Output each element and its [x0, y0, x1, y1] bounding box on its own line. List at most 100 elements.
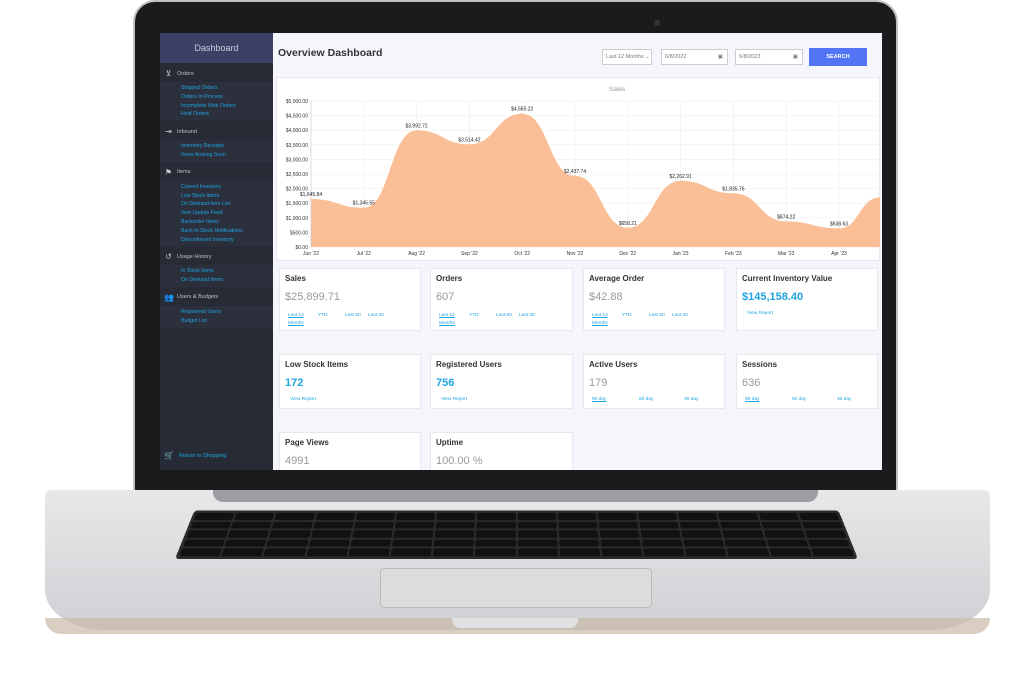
- trackpad: [380, 568, 652, 608]
- key: [312, 521, 354, 529]
- card-link[interactable]: YTD: [318, 312, 338, 320]
- key: [640, 530, 681, 538]
- sidebar-section-orders[interactable]: ⊻ Orders: [160, 63, 273, 82]
- card-sessions: Sessions 636 90 day 60 day 30 day: [736, 354, 878, 409]
- sidebar-item[interactable]: Orders In Process: [181, 93, 273, 102]
- key: [798, 512, 840, 520]
- page-title: Overview Dashboard: [278, 47, 383, 59]
- card-link[interactable]: 90 day: [745, 396, 759, 404]
- key: [433, 539, 475, 547]
- sidebar-title[interactable]: Dashboard: [160, 33, 273, 63]
- card-link[interactable]: Last 60: [496, 312, 516, 320]
- range-select[interactable]: Last 12 Months ⌄: [602, 49, 652, 65]
- card-link[interactable]: Last 30: [368, 312, 388, 320]
- sales-area: [311, 113, 880, 247]
- key: [810, 548, 854, 557]
- sidebar: Dashboard ⊻ Orders Shipped Orders Orders In…: [160, 33, 273, 470]
- card-title: Uptime: [436, 438, 464, 447]
- y-tick-label: $2,500.00: [286, 172, 308, 178]
- card-value: 4991: [285, 455, 310, 467]
- card-link[interactable]: Last 30: [519, 312, 539, 320]
- sidebar-item[interactable]: Held Orders: [181, 110, 273, 119]
- key: [396, 512, 436, 520]
- sidebar-item[interactable]: Discontinued Inventory: [181, 236, 273, 245]
- sidebar-section-inbound[interactable]: ⇥ Inbound: [160, 121, 273, 140]
- sidebar-section-label: Inbound: [177, 128, 197, 135]
- card-link[interactable]: 60 day: [639, 396, 653, 404]
- key: [266, 539, 309, 547]
- sidebar-item[interactable]: Inventory Receipts: [181, 142, 273, 151]
- card-link[interactable]: Last 12 Months: [592, 312, 612, 328]
- sidebar-section-label: Orders: [177, 70, 194, 77]
- sidebar-item[interactable]: Budget List: [181, 317, 273, 326]
- start-date-value: 6/8/2022: [665, 54, 687, 60]
- sidebar-item[interactable]: Shipped Orders: [181, 84, 273, 93]
- sidebar-item[interactable]: Registered Users: [181, 308, 273, 317]
- card-link[interactable]: Last 12 Months: [288, 312, 308, 328]
- sidebar-item[interactable]: In Stock Items: [181, 267, 273, 276]
- sidebar-item[interactable]: Items Arriving Soon: [181, 151, 273, 160]
- y-tick-label: $1,000.00: [286, 216, 308, 222]
- card-link[interactable]: Last 60: [345, 312, 365, 320]
- key: [352, 530, 393, 538]
- sidebar-item[interactable]: On Demand Items: [181, 276, 273, 285]
- key: [559, 548, 601, 557]
- card-link[interactable]: 60 day: [792, 396, 806, 404]
- chart-title: Sales: [609, 86, 626, 93]
- sidebar-item[interactable]: Backorder Items: [181, 218, 273, 227]
- card-value: $25,899.71: [285, 291, 341, 303]
- lid-notch: [452, 618, 578, 628]
- calendar-icon[interactable]: ▣: [718, 50, 723, 64]
- key: [804, 530, 847, 538]
- x-tick-label: Jun '22: [303, 251, 319, 257]
- sidebar-section-items[interactable]: ⚑ Items: [160, 162, 273, 181]
- key: [193, 512, 235, 520]
- card-link[interactable]: Last 30: [672, 312, 692, 320]
- start-date-input[interactable]: 6/8/2022 ▣: [661, 49, 728, 65]
- end-date-input[interactable]: 6/8/2023 ▣: [735, 49, 803, 65]
- return-to-shopping-link[interactable]: 🛒 Return to Shopping: [164, 451, 226, 460]
- key: [186, 530, 229, 538]
- card-link[interactable]: 90 day: [592, 396, 606, 404]
- key: [724, 539, 767, 547]
- card-link[interactable]: 30 day: [684, 396, 698, 404]
- y-tick-label: $1,500.00: [286, 201, 308, 207]
- card-link[interactable]: View Report: [747, 310, 773, 318]
- card-link[interactable]: 30 day: [837, 396, 851, 404]
- chevron-down-icon: ⌄: [645, 54, 650, 60]
- data-point: [363, 206, 365, 209]
- card-title: Orders: [436, 274, 463, 283]
- sidebar-item[interactable]: Current Inventory: [181, 183, 273, 192]
- card-link[interactable]: YTD: [469, 312, 489, 320]
- card-link[interactable]: YTD: [622, 312, 642, 320]
- y-tick-label: $3,000.00: [286, 157, 308, 163]
- sidebar-section-users-budgets[interactable]: 👥 Users & Budgets: [160, 287, 273, 306]
- sidebar-item[interactable]: On Demand Item List: [181, 200, 273, 209]
- calendar-icon[interactable]: ▣: [793, 50, 798, 64]
- card-title: Low Stock Items: [285, 360, 349, 369]
- card-link[interactable]: View Report: [290, 396, 316, 404]
- key: [355, 512, 396, 520]
- sidebar-submenu: Inventory Receipts Items Arriving Soon: [160, 140, 273, 162]
- key: [476, 530, 516, 538]
- card-link[interactable]: Last 12 Months: [439, 312, 459, 328]
- sidebar-item[interactable]: Incomplete Web Orders: [181, 102, 273, 111]
- sidebar-item[interactable]: Item Update Feed: [181, 209, 273, 218]
- search-button[interactable]: SEARCH: [809, 48, 867, 66]
- key: [722, 530, 764, 538]
- data-label: $4,565.22: [511, 107, 533, 113]
- sidebar-item[interactable]: Low Stock Items: [181, 192, 273, 201]
- card-link[interactable]: Last 60: [649, 312, 669, 320]
- key: [720, 521, 762, 529]
- data-label: $2,262.91: [669, 174, 691, 180]
- data-point: [732, 192, 735, 195]
- key: [234, 512, 275, 520]
- x-tick-label: Sep '22: [461, 251, 478, 257]
- sidebar-item[interactable]: Back-In Stock Notifications: [181, 227, 273, 236]
- card-link[interactable]: View Report: [441, 396, 467, 404]
- key: [310, 530, 352, 538]
- sidebar-section-usage-history[interactable]: ↺ Usage History: [160, 246, 273, 265]
- key: [760, 521, 802, 529]
- key: [221, 548, 264, 557]
- key: [190, 521, 232, 529]
